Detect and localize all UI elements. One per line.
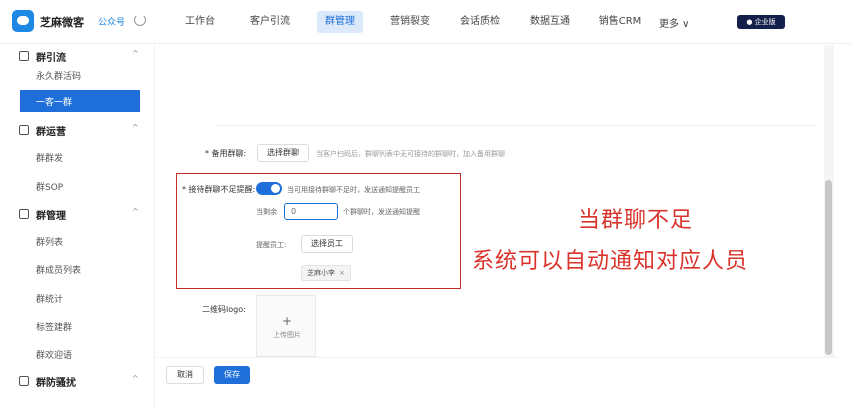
- nav-workbench[interactable]: 工作台: [165, 11, 235, 33]
- remaining-suffix: 个群聊时，发送通知提醒: [343, 208, 420, 216]
- sidebar-group-management[interactable]: 群管理 ^: [0, 203, 155, 225]
- sidebar: 群引流 ^ 永久群活码 一客一群 群运营 ^ 群群发 群SOP 群管理 ^ 群列…: [0, 45, 155, 407]
- select-staff-button[interactable]: 选择员工: [301, 235, 353, 253]
- nav-marketing-fission[interactable]: 营销裂变: [375, 11, 445, 33]
- plus-icon: +: [281, 314, 293, 328]
- sidebar-item-label: 群列表: [36, 238, 64, 248]
- nav-sales-crm[interactable]: 销售CRM: [585, 11, 655, 33]
- sidebar-item-member-list[interactable]: 群成员列表: [0, 258, 155, 280]
- sidebar-item-label: 群统计: [36, 295, 64, 305]
- annotation-line-1: 当群聊不足: [578, 208, 694, 233]
- select-group-button[interactable]: 选择群聊: [257, 144, 309, 162]
- staff-tag: 芝麻小李 ×: [301, 265, 351, 281]
- chevron-up-icon: ^: [132, 123, 139, 132]
- annotation-line-2: 系统可以自动通知对应人员: [472, 249, 749, 274]
- user-icon: [19, 51, 29, 61]
- main-nav: 工作台 客户引流 群管理 营销裂变 会话质检 数据互通 销售CRM 更多 ∨: [165, 0, 690, 44]
- nav-data-interop[interactable]: 数据互通: [515, 11, 585, 33]
- sidebar-group-anti-harassment[interactable]: 群防骚扰 ^: [0, 370, 155, 392]
- refresh-icon[interactable]: [134, 14, 146, 26]
- top-bar: 芝麻微客 公众号 工作台 客户引流 群管理 营销裂变 会话质检 数据互通 销售C…: [0, 0, 852, 44]
- staff-label: 提醒员工:: [256, 241, 287, 249]
- cancel-button[interactable]: 取消: [166, 366, 204, 384]
- shield-icon: [19, 376, 29, 386]
- sidebar-item-group-stats[interactable]: 群统计: [0, 287, 155, 309]
- save-button[interactable]: 保存: [214, 366, 250, 384]
- qr-logo-label: 二维码logo:: [202, 305, 246, 314]
- sidebar-item-label: 群成员列表: [36, 266, 82, 276]
- chevron-up-icon: ^: [132, 374, 139, 383]
- nav-more-dropdown[interactable]: 更多 ∨: [659, 15, 690, 30]
- remind-label: * 接待群聊不足提醒:: [182, 185, 256, 194]
- sidebar-item-group-sop[interactable]: 群SOP: [0, 175, 155, 197]
- nav-customer-acquisition[interactable]: 客户引流: [235, 11, 305, 33]
- sidebar-item-label: 群SOP: [36, 183, 64, 193]
- nav-session-inspection[interactable]: 会话质检: [445, 11, 515, 33]
- app-logo-icon: [12, 10, 34, 32]
- staff-tag-label: 芝麻小李: [307, 269, 335, 277]
- divider: [216, 125, 816, 126]
- chat-icon: [19, 125, 29, 135]
- sidebar-group-operation[interactable]: 群运营 ^: [0, 119, 155, 141]
- sidebar-item-group-list[interactable]: 群列表: [0, 230, 155, 252]
- group-icon: [19, 209, 29, 219]
- sidebar-item-welcome-message[interactable]: 群欢迎语: [0, 343, 155, 365]
- sidebar-item-one-customer-one-group[interactable]: 一客一群: [20, 90, 140, 112]
- chevron-up-icon: ^: [132, 207, 139, 216]
- sidebar-group-label: 群引流: [36, 53, 66, 64]
- sidebar-item-tag-group[interactable]: 标签建群: [0, 315, 155, 337]
- account-type-link[interactable]: 公众号: [98, 15, 125, 28]
- sidebar-item-label: 一客一群: [36, 98, 73, 108]
- brand-name: 芝麻微客: [40, 16, 84, 29]
- remaining-count-input[interactable]: [284, 203, 338, 220]
- upload-image-box[interactable]: + 上传图片: [256, 295, 316, 357]
- sidebar-item-label: 永久群活码: [36, 72, 82, 82]
- sidebar-item-group-broadcast[interactable]: 群群发: [0, 146, 155, 168]
- sidebar-item-label: 群欢迎语: [36, 351, 73, 361]
- scrollbar-thumb[interactable]: [825, 180, 832, 355]
- sidebar-group-label: 群运营: [36, 127, 66, 138]
- sidebar-group-label: 群管理: [36, 211, 66, 222]
- remind-hint: 当可用接待群聊不足时，发送通知提醒员工: [287, 186, 420, 194]
- sidebar-item-label: 群群发: [36, 154, 64, 164]
- remind-toggle[interactable]: [256, 182, 282, 195]
- close-icon[interactable]: ×: [339, 266, 345, 280]
- nav-group-management[interactable]: 群管理: [317, 11, 363, 33]
- form-footer: 取消 保存: [156, 357, 836, 407]
- upload-label: 上传图片: [273, 331, 301, 339]
- sidebar-item-label: 标签建群: [36, 323, 73, 333]
- sidebar-group-label: 群防骚扰: [36, 378, 76, 389]
- edition-badge: ● 企业版: [737, 15, 785, 29]
- backup-group-hint: 当客户扫码后，群聊列表中无可接待的群聊时，加入备用群聊: [316, 150, 505, 158]
- backup-group-label: * 备用群聊:: [205, 149, 247, 158]
- remaining-prefix: 当剩余: [256, 208, 277, 216]
- sidebar-item-permanent-qrcode[interactable]: 永久群活码: [0, 64, 155, 86]
- main-content: * 备用群聊: 选择群聊 当客户扫码后，群聊列表中无可接待的群聊时，加入备用群聊…: [156, 45, 852, 407]
- chevron-up-icon: ^: [132, 49, 139, 58]
